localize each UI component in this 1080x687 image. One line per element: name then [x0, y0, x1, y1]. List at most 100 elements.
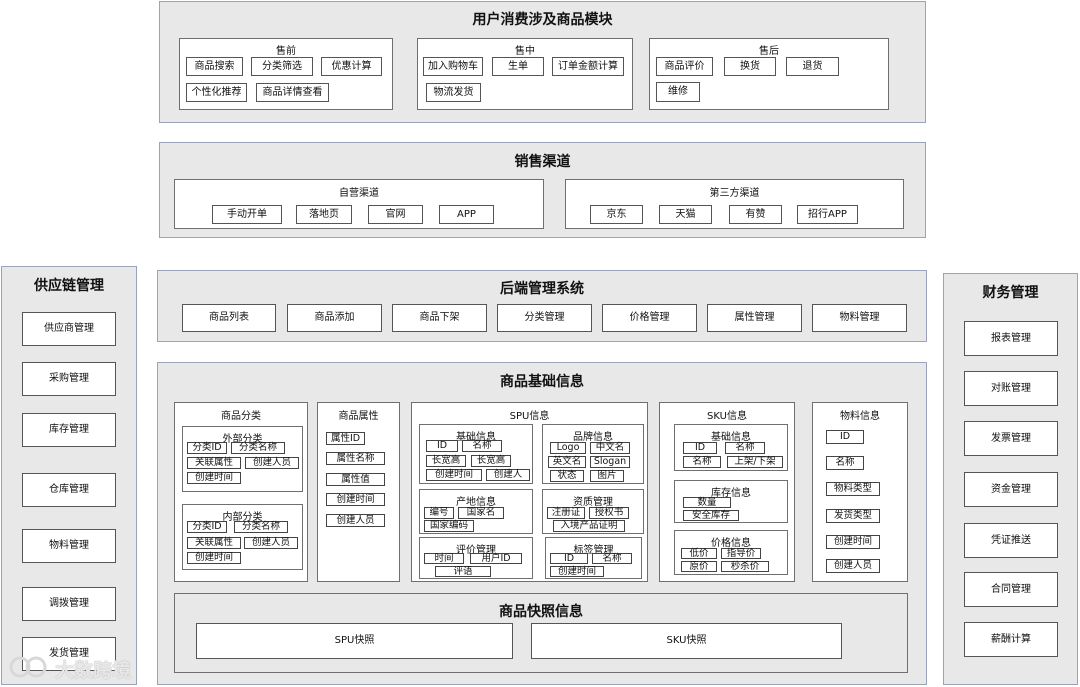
- field-tag: 创建人: [486, 469, 530, 481]
- spu-label-card: 标签管理 ID 名称 创建时间: [545, 537, 642, 579]
- insale-card: 售中 加入购物车 生单 订单金额计算 物流发货: [417, 38, 633, 110]
- field-tag: 属性名称: [326, 452, 385, 465]
- field-tag: 编号: [424, 507, 454, 519]
- finance-panel: 财务管理 报表管理 对账管理 发票管理 资金管理 凭证推送 合同管理 薪酬计算: [943, 273, 1078, 685]
- module-item[interactable]: 维修: [656, 82, 700, 102]
- module-item[interactable]: 分类筛选: [251, 57, 313, 76]
- field-tag: 关联属性: [187, 537, 241, 549]
- sku-title: SKU信息: [707, 411, 747, 422]
- field-tag: 发货类型: [826, 509, 880, 523]
- finance-item[interactable]: 资金管理: [964, 472, 1058, 507]
- aftersale-card: 售后 商品评价 换货 退货 维修: [649, 38, 889, 110]
- supply-chain-item[interactable]: 仓库管理: [22, 473, 116, 507]
- channel-item[interactable]: APP: [439, 205, 494, 224]
- spu-card: SPU信息 基础信息 ID 名称 长宽高 长宽高 创建时间 创建人 品牌信息 L…: [411, 402, 648, 582]
- sku-stock-card: 库存信息 数量 安全库存: [674, 480, 788, 523]
- field-tag: 国家编码: [424, 520, 474, 532]
- finance-title: 财务管理: [982, 285, 1039, 301]
- backend-item[interactable]: 商品列表: [182, 304, 276, 332]
- field-tag: 名称: [725, 442, 765, 454]
- field-tag: 时间: [424, 553, 464, 564]
- module-item[interactable]: 生单: [492, 57, 544, 76]
- supply-chain-item[interactable]: 物料管理: [22, 529, 116, 563]
- sku-price-title: 价格信息: [711, 538, 751, 549]
- finance-item[interactable]: 合同管理: [964, 572, 1058, 607]
- backend-item[interactable]: 物料管理: [812, 304, 907, 332]
- backend-item[interactable]: 商品下架: [392, 304, 487, 332]
- field-tag: 长宽高: [426, 455, 466, 467]
- field-tag: 分类名称: [231, 442, 285, 454]
- module-item[interactable]: 加入购物车: [423, 57, 483, 76]
- spu-qualify-title: 资质管理: [573, 497, 613, 508]
- module-item[interactable]: 商品评价: [656, 57, 713, 76]
- field-tag: 分类ID: [187, 521, 227, 533]
- channel-item[interactable]: 天猫: [659, 205, 712, 224]
- watermark-logo-icon: [8, 655, 50, 683]
- finance-item[interactable]: 发票管理: [964, 421, 1058, 456]
- attribute-title: 商品属性: [338, 411, 379, 422]
- channel-item[interactable]: 落地页: [296, 205, 352, 224]
- sku-basic-card: 基础信息 ID 名称 名称 上架/下架: [674, 424, 788, 471]
- module-item[interactable]: 物流发货: [426, 83, 481, 102]
- module-item[interactable]: 退货: [786, 57, 839, 76]
- insale-title: 售中: [515, 46, 535, 57]
- category-card: 商品分类 外部分类 分类ID 分类名称 关联属性 创建人员 创建时间 内部分类 …: [174, 402, 308, 582]
- field-tag: 入境产品证明: [553, 520, 625, 532]
- field-tag: 图片: [590, 470, 624, 482]
- backend-item[interactable]: 属性管理: [707, 304, 802, 332]
- supply-chain-item[interactable]: 库存管理: [22, 413, 116, 447]
- field-tag: 分类名称: [234, 521, 288, 533]
- supply-chain-item[interactable]: 采购管理: [22, 362, 116, 396]
- spu-title: SPU信息: [509, 411, 550, 422]
- field-tag: 属性ID: [326, 432, 365, 445]
- module-item[interactable]: 个性化推荐: [186, 83, 247, 102]
- backend-panel: 后端管理系统 商品列表 商品添加 商品下架 分类管理 价格管理 属性管理 物料管…: [157, 270, 927, 342]
- channel-item[interactable]: 官网: [368, 205, 423, 224]
- spu-snapshot-box[interactable]: SPU快照: [196, 623, 513, 659]
- supply-chain-item[interactable]: 调拨管理: [22, 587, 116, 621]
- sku-snapshot-box[interactable]: SKU快照: [531, 623, 842, 659]
- finance-item[interactable]: 报表管理: [964, 321, 1058, 356]
- finance-item[interactable]: 对账管理: [964, 371, 1058, 406]
- finance-item[interactable]: 凭证推送: [964, 523, 1058, 558]
- supply-chain-item[interactable]: 供应商管理: [22, 312, 116, 346]
- field-tag: 关联属性: [187, 457, 241, 469]
- channel-item[interactable]: 手动开单: [212, 205, 282, 224]
- field-tag: 评语: [435, 566, 491, 577]
- backend-item[interactable]: 分类管理: [497, 304, 592, 332]
- snapshot-card: 商品快照信息 SPU快照 SKU快照: [174, 593, 908, 673]
- spu-basic-card: 基础信息 ID 名称 长宽高 长宽高 创建时间 创建人: [419, 424, 533, 484]
- finance-item[interactable]: 薪酬计算: [964, 622, 1058, 657]
- backend-item[interactable]: 价格管理: [602, 304, 697, 332]
- field-tag: 秒杀价: [721, 561, 769, 572]
- backend-title: 后端管理系统: [500, 281, 584, 297]
- module-item[interactable]: 商品搜索: [186, 57, 243, 76]
- user-module-title: 用户消费涉及商品模块: [472, 12, 613, 28]
- spu-brand-title: 品牌信息: [573, 432, 613, 443]
- field-tag: ID: [550, 553, 588, 564]
- field-tag: 创建人员: [244, 537, 298, 549]
- backend-item[interactable]: 商品添加: [287, 304, 382, 332]
- field-tag: 创建人员: [245, 457, 299, 469]
- material-card: 物料信息 ID 名称 物料类型 发货类型 创建时间 创建人员: [812, 402, 908, 582]
- field-tag: 上架/下架: [727, 456, 783, 468]
- third-channel-card: 第三方渠道 京东 天猫 有赞 招行APP: [565, 179, 904, 229]
- channel-item[interactable]: 有赞: [729, 205, 782, 224]
- field-tag: 低价: [681, 548, 717, 559]
- module-item[interactable]: 订单金额计算: [552, 57, 624, 76]
- field-tag: ID: [683, 442, 717, 454]
- spu-origin-title: 产地信息: [456, 497, 496, 508]
- sku-card: SKU信息 基础信息 ID 名称 名称 上架/下架 库存信息 数量 安全库存 价…: [659, 402, 795, 582]
- module-item[interactable]: 换货: [724, 57, 776, 76]
- supply-chain-panel: 供应链管理 供应商管理 采购管理 库存管理 仓库管理 物料管理 调拨管理 发货管…: [1, 266, 137, 685]
- channel-item[interactable]: 招行APP: [797, 205, 858, 224]
- module-item[interactable]: 商品详情查看: [256, 83, 329, 102]
- category-title: 商品分类: [221, 411, 261, 422]
- field-tag: 分类ID: [187, 442, 227, 454]
- material-title: 物料信息: [840, 411, 880, 422]
- field-tag: 创建时间: [187, 472, 241, 484]
- field-tag: 安全库存: [683, 510, 739, 521]
- field-tag: 创建时间: [326, 493, 385, 506]
- channel-item[interactable]: 京东: [590, 205, 643, 224]
- module-item[interactable]: 优惠计算: [321, 57, 382, 76]
